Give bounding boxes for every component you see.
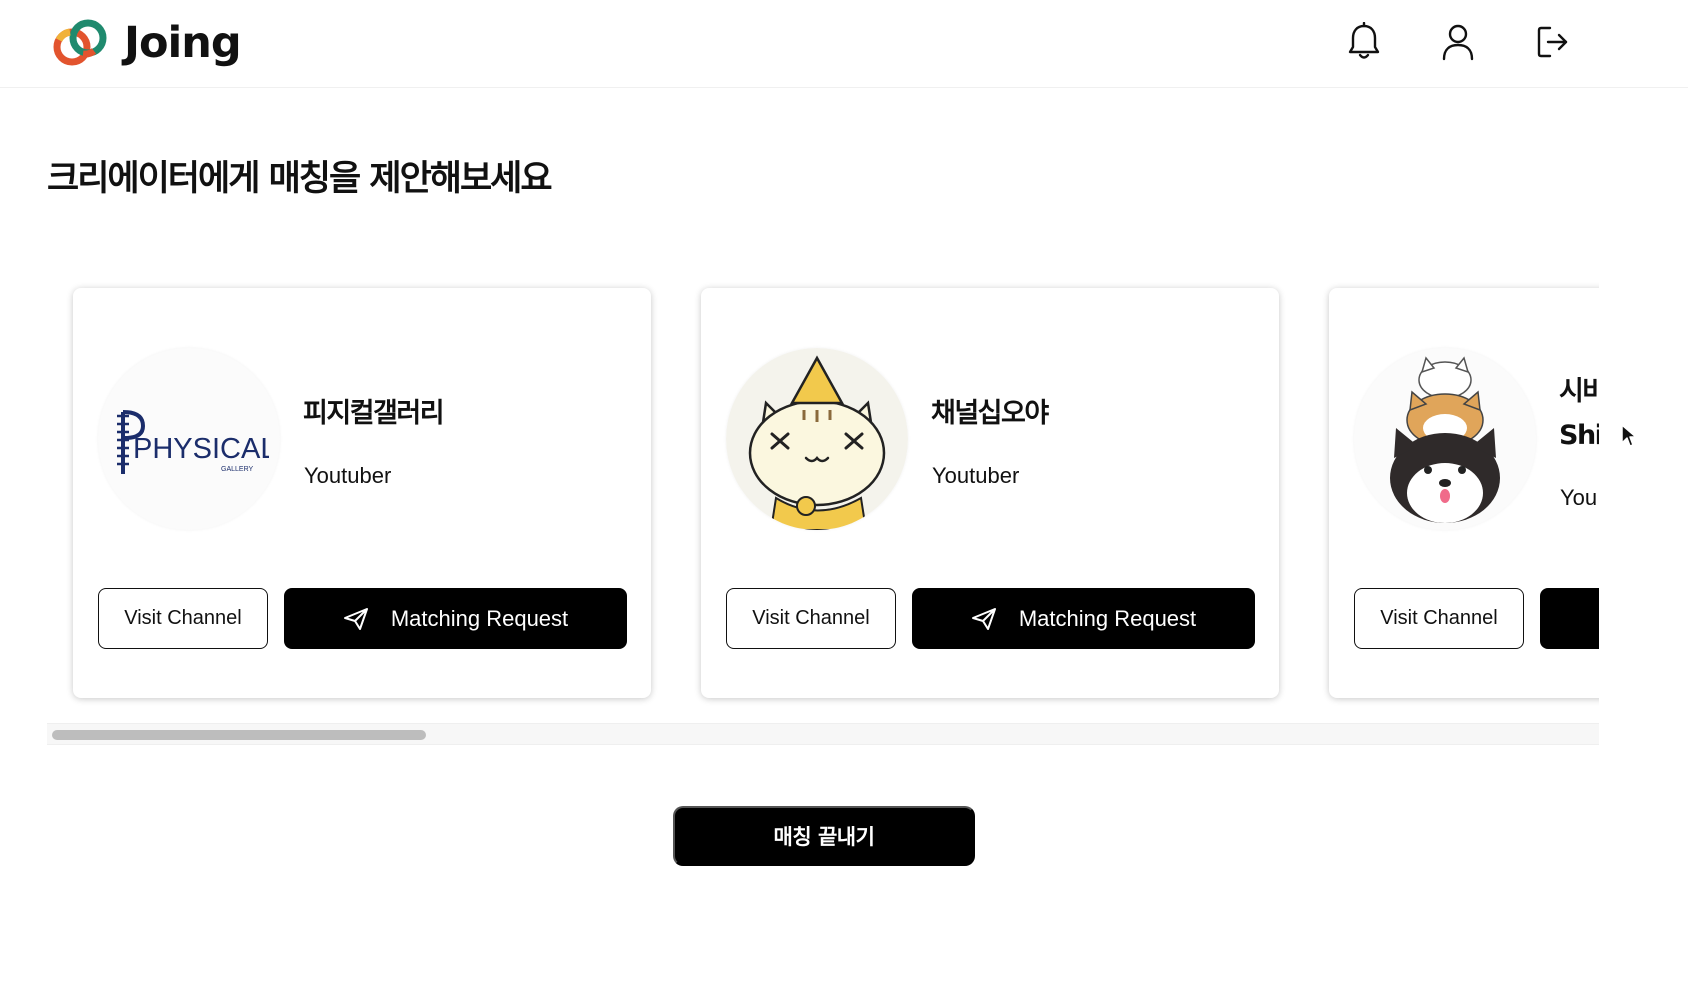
creator-role: Youtuber bbox=[932, 463, 1020, 488]
joing-logo-icon bbox=[53, 19, 107, 66]
svg-text:GALLERY: GALLERY bbox=[221, 466, 253, 473]
creator-avatar bbox=[1354, 348, 1536, 530]
matching-request-button[interactable]: Matching Request bbox=[284, 588, 627, 649]
top-navigation-bar: Joing bbox=[0, 0, 1688, 88]
carousel-scrollbar[interactable] bbox=[47, 723, 1599, 745]
profile-button[interactable] bbox=[1438, 20, 1478, 64]
matching-request-button[interactable] bbox=[1540, 588, 1599, 649]
matching-request-button[interactable]: Matching Request bbox=[912, 588, 1255, 649]
visit-channel-button[interactable]: Visit Channel bbox=[1354, 588, 1524, 649]
creator-card: PHYSICAL GALLERY 피지컬갤러리 Youtuber Visit C… bbox=[73, 288, 651, 698]
cat-mascot-image bbox=[726, 348, 908, 530]
visit-channel-button[interactable]: Visit Channel bbox=[98, 588, 268, 649]
matching-request-label: Matching Request bbox=[390, 605, 569, 631]
bell-icon bbox=[1348, 22, 1380, 59]
page-title: 크리에이터에게 매칭을 제안해보세요 bbox=[47, 159, 553, 199]
creator-avatar: PHYSICAL GALLERY bbox=[98, 348, 280, 530]
creator-avatar bbox=[726, 348, 908, 530]
logout-icon bbox=[1537, 26, 1568, 58]
physical-gallery-logo-image: PHYSICAL GALLERY bbox=[117, 410, 269, 474]
matching-request-label: Matching Request bbox=[1018, 605, 1197, 631]
logout-button[interactable] bbox=[1533, 20, 1573, 64]
creator-name: 피지컬갤러리 bbox=[303, 398, 445, 429]
visit-channel-button[interactable]: Visit Channel bbox=[726, 588, 896, 649]
user-icon bbox=[1442, 24, 1474, 61]
notification-button[interactable] bbox=[1344, 20, 1384, 64]
creator-role: Youtuber bbox=[304, 463, 392, 488]
creator-card: 시바 Shi You Visit Channel bbox=[1329, 288, 1599, 698]
carousel-scrollbar-thumb[interactable] bbox=[52, 730, 426, 740]
creator-carousel[interactable]: PHYSICAL GALLERY 피지컬갤러리 Youtuber Visit C… bbox=[47, 280, 1599, 750]
shiba-dogs-image bbox=[1354, 348, 1536, 530]
creator-card: 채널십오야 Youtuber Visit Channel Matching Re… bbox=[701, 288, 1279, 698]
send-icon bbox=[343, 607, 368, 630]
app-logo[interactable]: Joing bbox=[50, 18, 242, 68]
mouse-cursor-icon bbox=[1621, 424, 1637, 447]
creator-card-list: PHYSICAL GALLERY 피지컬갤러리 Youtuber Visit C… bbox=[73, 288, 1599, 698]
creator-name-line: Shi bbox=[1559, 420, 1599, 451]
svg-text:PHYSICAL: PHYSICAL bbox=[133, 433, 269, 465]
send-icon bbox=[1598, 607, 1599, 631]
send-icon bbox=[971, 607, 996, 630]
creator-name: 채널십오야 bbox=[931, 398, 1049, 429]
creator-name-line: 시바 bbox=[1559, 376, 1599, 407]
finish-matching-button[interactable]: 매칭 끝내기 bbox=[673, 806, 975, 866]
creator-role: You bbox=[1560, 485, 1598, 510]
app-name: Joing bbox=[124, 18, 242, 68]
creator-name: 시바 Shi bbox=[1559, 370, 1599, 458]
